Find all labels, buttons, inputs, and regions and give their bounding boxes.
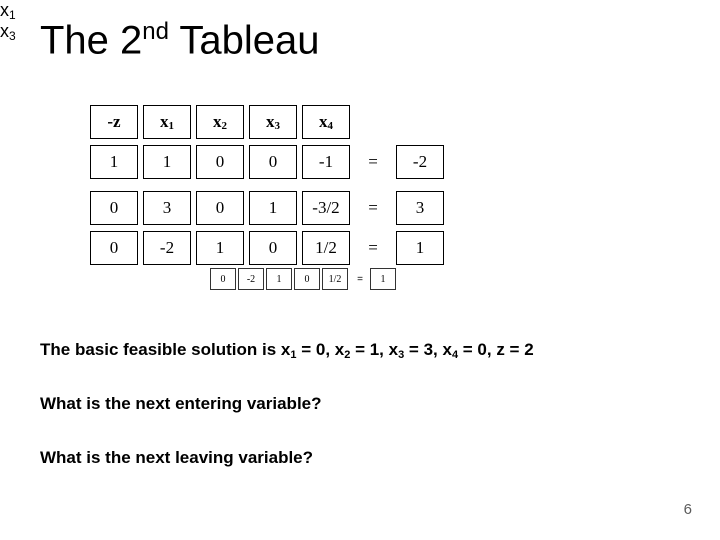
rhs-cell: 3 <box>396 191 444 225</box>
question-leaving-variable: What is the next leaving variable? <box>40 448 313 468</box>
cell: 0 <box>196 145 244 179</box>
title-post: Tableau <box>169 18 320 62</box>
mini-row: 0 -2 1 0 1/2 = 1 <box>210 268 398 290</box>
cell: -1 <box>302 145 350 179</box>
cell: 0 <box>249 231 297 265</box>
header-c0: -z <box>90 105 138 139</box>
rhs-cell: 1 <box>396 231 444 265</box>
header-c4: x4 <box>302 105 350 139</box>
cell: -3/2 <box>302 191 350 225</box>
title-pre: The 2 <box>40 18 142 62</box>
cell: 0 <box>90 231 138 265</box>
rhs-cell: -2 <box>396 145 444 179</box>
tableau-row: 1 1 0 0 -1 = -2 <box>90 145 449 179</box>
cell: -2 <box>143 231 191 265</box>
equals-sign: = <box>355 191 391 225</box>
title-sup: nd <box>142 18 169 45</box>
tableau-row: 0 3 0 1 -3/2 = 3 <box>90 191 449 225</box>
header-c2: x2 <box>196 105 244 139</box>
mini-cell: 1/2 <box>322 268 348 290</box>
tableau-header-row: -z x1 x2 x3 x4 <box>90 105 449 139</box>
equals-sign: = <box>355 145 391 179</box>
slide: The 2nd Tableau -z x1 x2 x3 x4 1 1 0 0 -… <box>0 0 720 540</box>
mini-equals: = <box>351 274 369 285</box>
simplex-tableau: -z x1 x2 x3 x4 1 1 0 0 -1 = -2 0 3 0 1 -… <box>90 105 449 271</box>
mini-rhs: 1 <box>370 268 396 290</box>
header-c3: x3 <box>249 105 297 139</box>
cell: 1 <box>249 191 297 225</box>
header-c1: x1 <box>143 105 191 139</box>
cell: 3 <box>143 191 191 225</box>
cell: 0 <box>90 191 138 225</box>
page-number: 6 <box>684 501 692 518</box>
question-entering-variable: What is the next entering variable? <box>40 394 322 414</box>
cell: 1 <box>143 145 191 179</box>
cell: 0 <box>196 191 244 225</box>
cell: 0 <box>249 145 297 179</box>
page-title: The 2nd Tableau <box>40 18 320 63</box>
cell: 1 <box>196 231 244 265</box>
mini-cell: 0 <box>294 268 320 290</box>
mini-cell: 1 <box>266 268 292 290</box>
tableau-row: 0 -2 1 0 1/2 = 1 <box>90 231 449 265</box>
mini-tableau-row: 0 -2 1 0 1/2 = 1 <box>210 268 398 290</box>
cell: 1/2 <box>302 231 350 265</box>
mini-cell: 0 <box>210 268 236 290</box>
mini-cell: -2 <box>238 268 264 290</box>
basic-feasible-solution-text: The basic feasible solution is x1 = 0, x… <box>40 340 534 360</box>
equals-sign: = <box>355 231 391 265</box>
cell: 1 <box>90 145 138 179</box>
